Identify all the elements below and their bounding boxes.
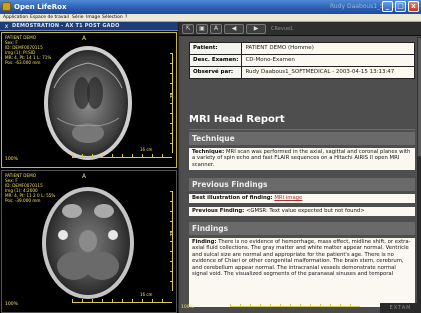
scale-label: 16 cm — [140, 292, 153, 297]
previous-finding-label: Previous Finding: — [192, 208, 245, 214]
viewport-bottom[interactable]: PATIENT DEMO Sex: F ID: DEMF0070115 Img … — [1, 170, 177, 313]
report-label: CRevue1 — [271, 26, 294, 32]
observer-key: Observé par: — [188, 66, 243, 79]
technique-paragraph: Technique: MRI scan was performed in the… — [189, 148, 415, 170]
previous-button[interactable]: ◀ — [224, 24, 244, 34]
menu-workspace[interactable]: Espace de travail — [30, 14, 69, 22]
report-document[interactable]: Patient: PATIENT DEMO (Homme) Desc. Exam… — [181, 37, 417, 307]
window-title: Open LifeRox — [14, 3, 67, 11]
section-heading-previous: Previous Findings — [189, 178, 415, 191]
table-row: Observé par: Rudy Daabous1_SOFTMEDICAL -… — [188, 66, 415, 79]
orientation-marker-top: A — [82, 35, 87, 42]
vertical-ruler — [170, 53, 173, 153]
viewport-info-overlay: PATIENT DEMO Sex: F ID: DEMF0070115 Img … — [5, 35, 51, 65]
annotate-button[interactable]: A — [210, 24, 222, 34]
viewport-info-overlay: PATIENT DEMO Sex: F ID: DEMF0070115 Img … — [5, 173, 55, 203]
report-scrollbar[interactable] — [417, 37, 421, 307]
patient-info-table: Patient: PATIENT DEMO (Homme) Desc. Exam… — [188, 42, 415, 79]
report-panel: ⇱ ▣ A ◀ ▶ CRevue1 Patient: PATIENT DEMO … — [178, 22, 421, 313]
next-button[interactable]: ▶ — [246, 24, 266, 34]
scale-label: 16 cm — [140, 147, 153, 152]
table-row: Patient: PATIENT DEMO (Homme) — [188, 42, 415, 55]
patient-key: Patient: — [188, 42, 243, 55]
expand-button[interactable]: ⇱ — [182, 24, 194, 34]
table-row: Desc. Examen: CD-Mono-Examen — [188, 54, 415, 67]
vertical-ruler — [170, 191, 173, 291]
report-toolbar: ⇱ ▣ A ◀ ▶ CRevue1 — [179, 22, 421, 36]
vendor-logo: EXTAM — [380, 303, 421, 313]
layout-button[interactable]: ▣ — [196, 24, 208, 34]
status-zoom: 100% — [181, 305, 194, 310]
divider — [189, 129, 415, 130]
section-heading-findings: Findings — [189, 222, 415, 235]
patient-value: PATIENT DEMO (Homme) — [241, 42, 415, 55]
slice-position: Pos: -63.000 mm — [5, 60, 41, 65]
report-title: MRI Head Report — [189, 114, 285, 125]
viewer-tab[interactable]: x DEMOSTRATION - AX T1 POST GADO — [0, 22, 178, 31]
exam-key: Desc. Examen: — [188, 54, 243, 67]
best-illustration-row: Best illustration of finding: MRI image — [189, 194, 415, 203]
previous-finding-row: Previous Finding: <GMSR: Text value expe… — [189, 207, 415, 216]
maximize-button[interactable]: □ — [395, 1, 406, 12]
mri-image-link[interactable]: MRI image — [274, 195, 302, 201]
application-window: Open LifeRox Rudy Daabous1_SOFT _ □ x Ap… — [0, 0, 421, 313]
menu-series[interactable]: Série — [72, 14, 84, 22]
menu-bar: Application Espace de travail Série Imag… — [0, 14, 421, 22]
technique-text: MRI scan was performed in the axial, sag… — [192, 149, 411, 168]
title-bar[interactable]: Open LifeRox Rudy Daabous1_SOFT _ □ x — [0, 0, 421, 14]
menu-help[interactable]: ? — [125, 14, 127, 22]
orientation-marker-top: A — [82, 173, 87, 180]
horizontal-ruler — [72, 299, 172, 303]
menu-selection[interactable]: Sélection — [102, 14, 123, 22]
bottom-ruler — [230, 304, 360, 307]
findings-paragraph: Finding: There is no evidence of hemorrh… — [189, 238, 415, 307]
minimize-button[interactable]: _ — [382, 1, 393, 12]
viewport-top[interactable]: PATIENT DEMO Sex: F ID: DEMF0070115 Img … — [1, 32, 177, 168]
section-heading-technique: Technique — [189, 132, 415, 145]
technique-label: Technique: — [192, 149, 225, 155]
exam-value: CD-Mono-Examen — [241, 54, 415, 67]
menu-application[interactable]: Application — [3, 14, 28, 22]
findings-label: Finding: — [192, 239, 217, 245]
image-viewer-panel: x DEMOSTRATION - AX T1 POST GADO PATIENT… — [0, 22, 178, 313]
findings-text: There is no evidence of hemorrhage, mass… — [192, 239, 411, 278]
zoom-level: 100% — [5, 302, 18, 307]
best-illustration-label: Best illustration of finding: — [192, 195, 273, 201]
close-tab-icon[interactable]: x — [3, 23, 10, 30]
viewer-tab-label: DEMOSTRATION - AX T1 POST GADO — [12, 23, 120, 29]
horizontal-ruler — [72, 154, 172, 158]
zoom-level: 100% — [5, 157, 18, 162]
scrollbar-thumb[interactable] — [417, 37, 421, 157]
close-button[interactable]: x — [408, 1, 419, 12]
menu-image[interactable]: Image — [86, 14, 100, 22]
previous-finding-text: <GMSR: Text value expected but not found… — [245, 208, 365, 214]
app-icon — [2, 2, 11, 11]
slice-position: Pos: -39.000 mm — [5, 198, 41, 203]
observer-value: Rudy Daabous1_SOFTMEDICAL - 2003-04-15 1… — [241, 66, 415, 79]
